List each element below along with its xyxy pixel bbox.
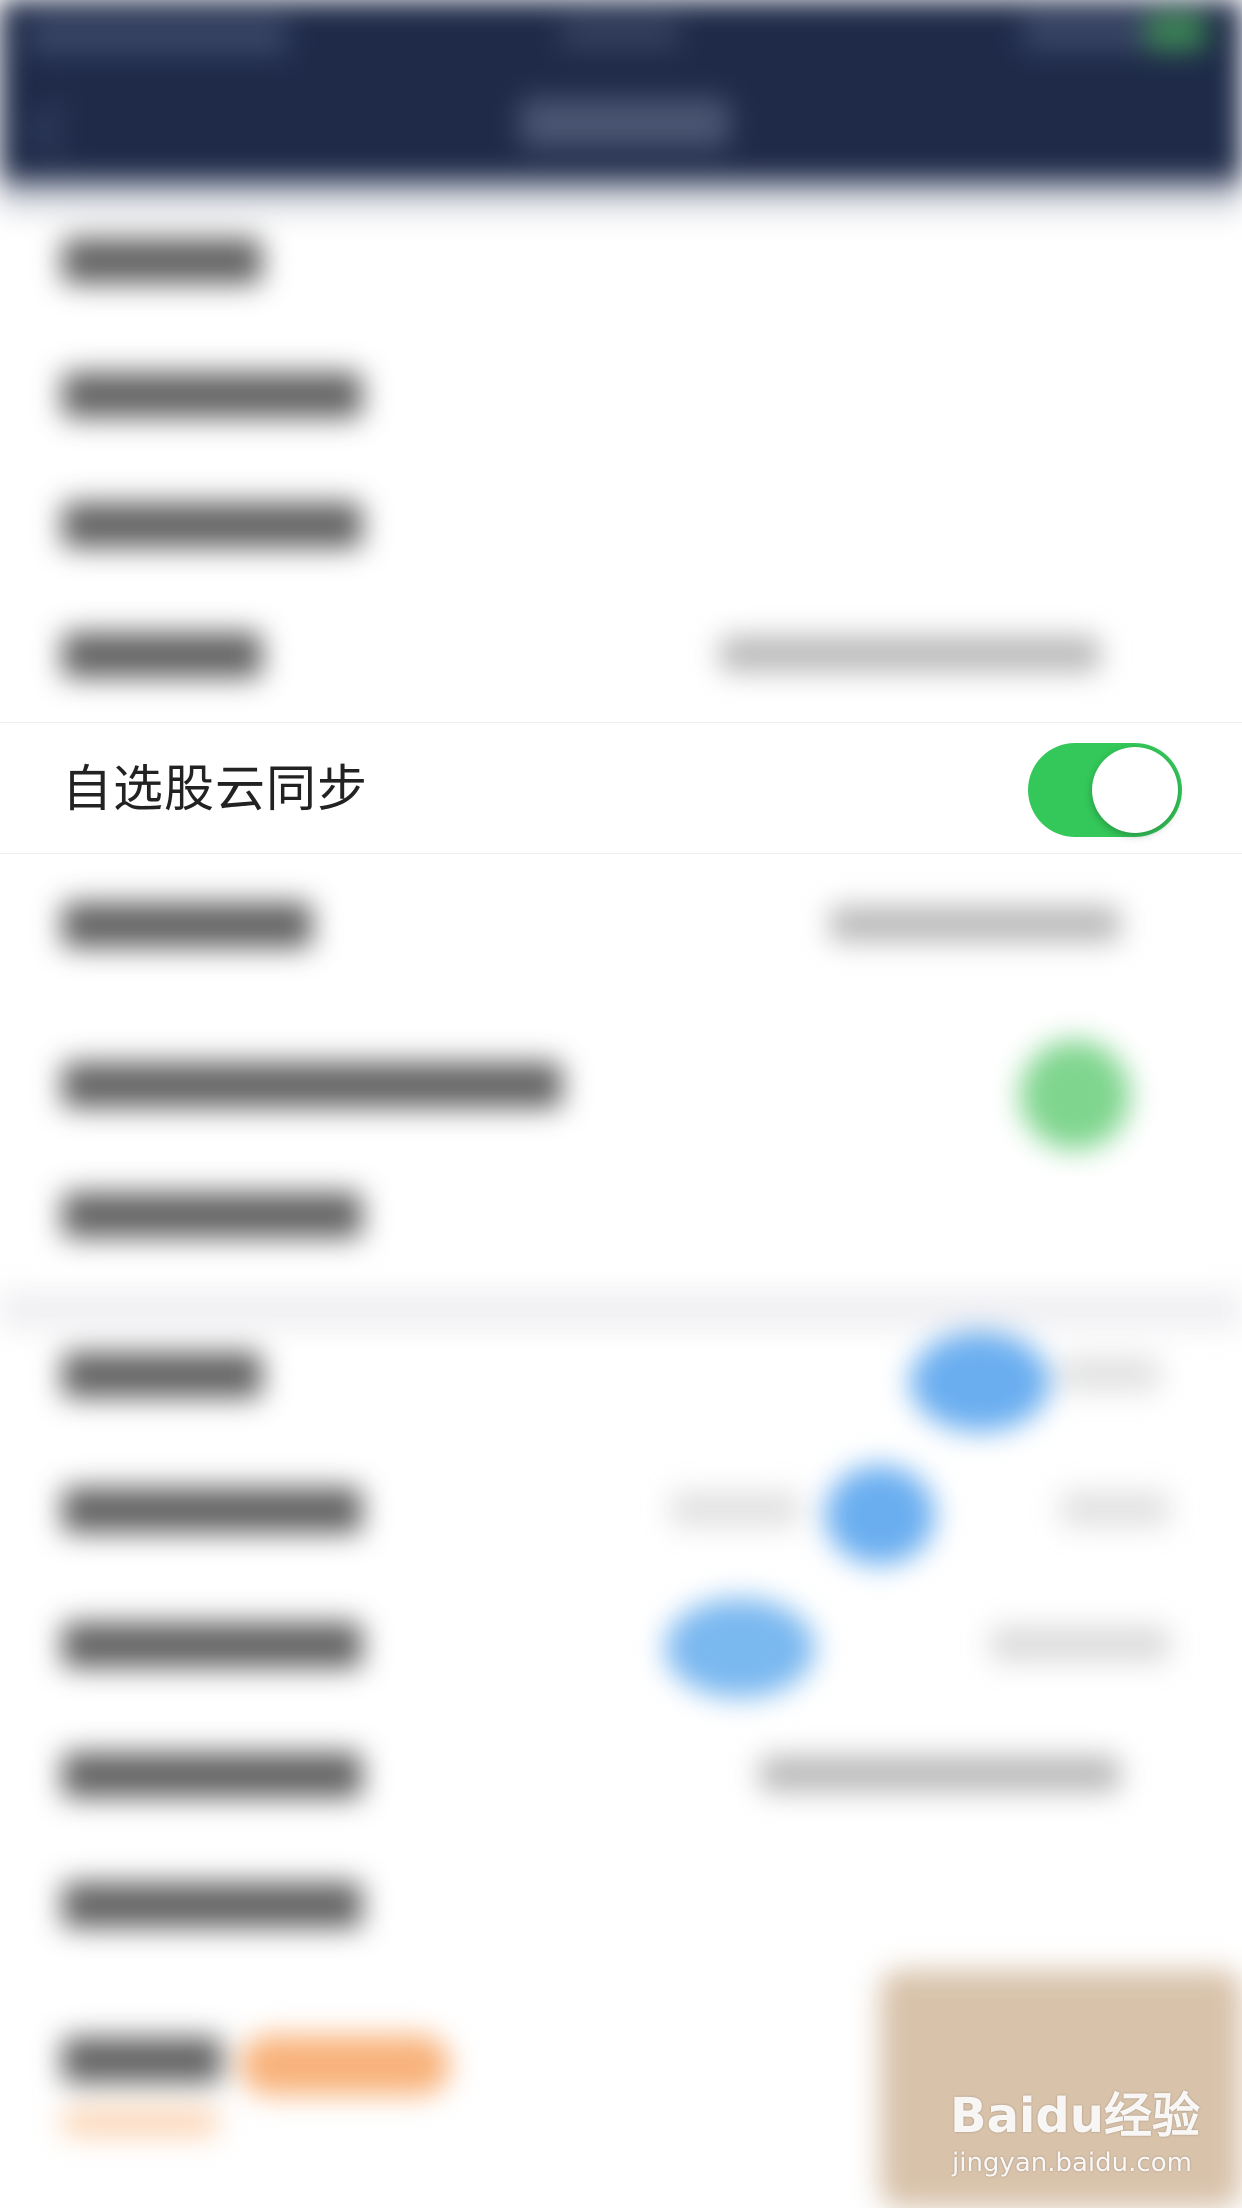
settings-row[interactable] [0,196,1242,326]
back-arrow-icon[interactable] [31,101,89,159]
cloud-sync-label: 自选股云同步 [62,760,368,818]
row-label [62,1752,362,1798]
settings-row[interactable] [0,1710,1242,1840]
settings-row[interactable] [0,330,1242,460]
segment-option[interactable] [670,1491,800,1527]
cloud-sync-toggle[interactable] [1028,743,1182,837]
settings-row[interactable] [0,1310,1242,1440]
row-label [62,902,312,948]
watermark-url: jingyan.baidu.com [952,2148,1192,2178]
row-label [62,238,262,284]
row-label [62,1192,362,1238]
toggle-switch[interactable] [1020,1040,1130,1150]
segment-option[interactable] [990,1626,1170,1662]
settings-row[interactable] [0,460,1242,590]
row-label [62,2037,222,2083]
row-label [62,1882,362,1928]
settings-row[interactable] [0,1445,1242,1575]
settings-row[interactable] [0,860,1242,990]
row-label [62,1062,562,1108]
settings-row[interactable] [0,590,1242,720]
row-label [62,632,262,678]
segment-selected[interactable] [825,1465,935,1565]
row-label [62,372,362,418]
row-label [62,1622,362,1668]
row-value [760,1756,1120,1792]
settings-row[interactable] [0,1840,1242,1970]
status-bar-carrier [560,18,680,48]
battery-icon [1146,14,1206,50]
toggle-knob [1092,747,1178,833]
orange-badge [240,2035,450,2095]
blurred-background [0,0,1242,2208]
orange-subtext [60,2107,220,2137]
settings-row-cloud-sync[interactable]: 自选股云同步 [0,722,1242,854]
baidu-watermark: Baidu经验 jingyan.baidu.com [950,2076,1220,2186]
segment-selected[interactable] [665,1598,815,1698]
row-value [720,636,1100,672]
row-label [62,1352,262,1398]
row-label [62,502,362,548]
row-value [830,906,1120,942]
settings-row[interactable] [0,1150,1242,1280]
settings-row[interactable] [0,1020,1242,1150]
status-bar-time [28,18,288,54]
navigation-bar [0,0,1242,196]
row-label [62,1487,362,1533]
segment-option[interactable] [1060,1491,1170,1527]
segment-selected[interactable] [910,1332,1050,1432]
segment-option[interactable] [1060,1356,1160,1392]
nav-title [520,98,730,148]
settings-row[interactable] [0,1580,1242,1710]
watermark-logo: Baidu经验 [950,2088,1200,2144]
